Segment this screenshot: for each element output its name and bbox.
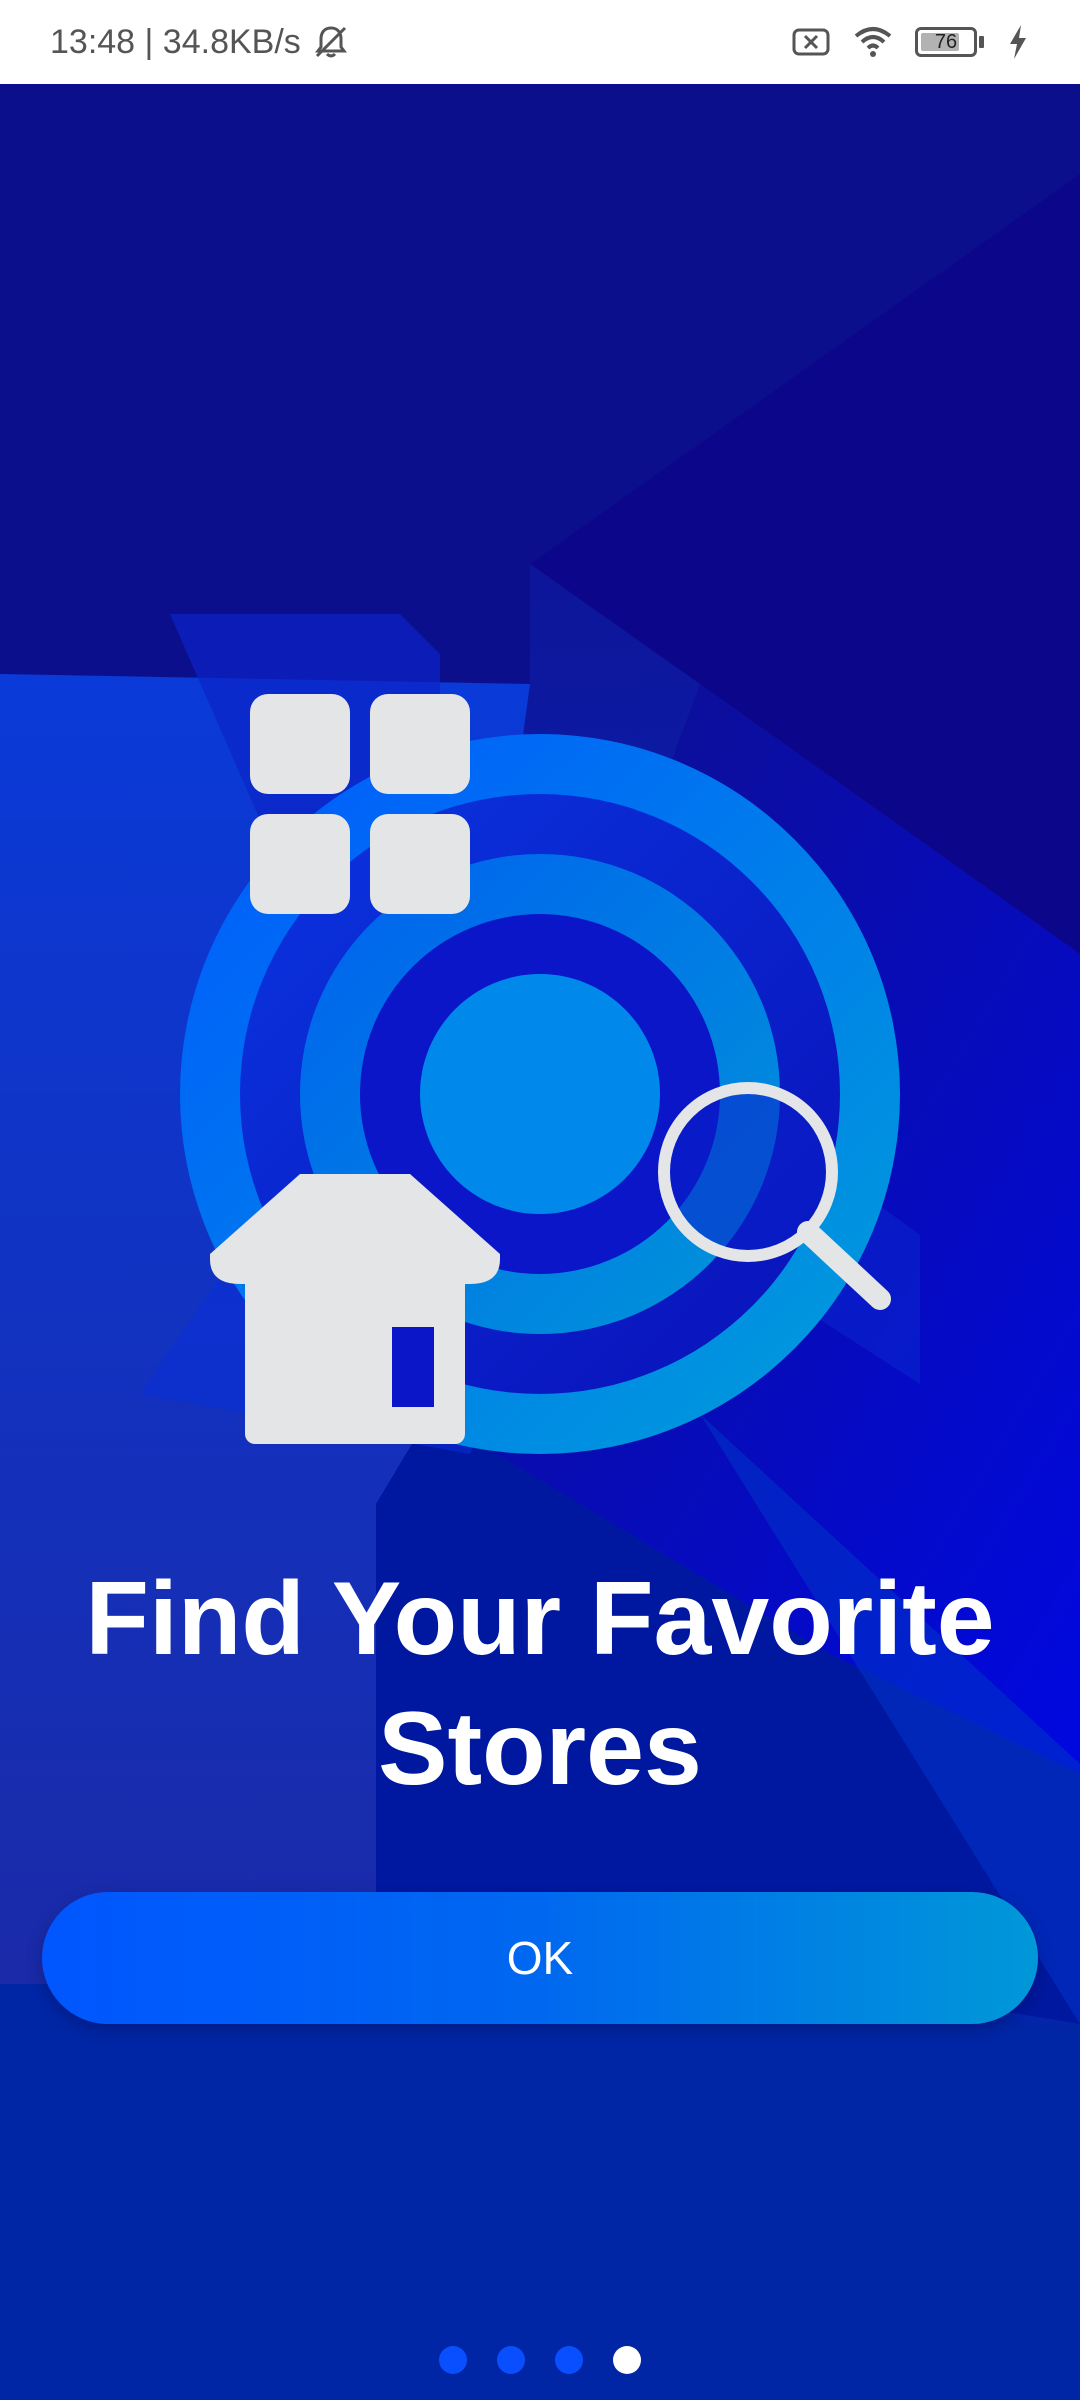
onboarding-headline: Find Your Favorite Stores xyxy=(85,1561,995,1807)
status-left: 13:48 | 34.8KB/s xyxy=(50,22,351,62)
page-dot-3[interactable] xyxy=(555,2346,583,2374)
wifi-icon xyxy=(854,27,892,57)
battery-body: 76 xyxy=(915,27,977,57)
onboarding-screen: Find Your Favorite Stores OK xyxy=(0,84,1080,2400)
store-finder-illustration xyxy=(140,614,920,1454)
charging-icon xyxy=(1010,25,1026,59)
status-bar: 13:48 | 34.8KB/s 76 xyxy=(0,0,1080,84)
sim-error-icon xyxy=(792,28,830,56)
mute-bell-icon xyxy=(314,26,347,58)
battery-cap xyxy=(979,36,984,48)
ok-button[interactable]: OK xyxy=(42,1892,1038,2024)
page-dot-1[interactable] xyxy=(439,2346,467,2374)
page-dot-4[interactable] xyxy=(613,2346,641,2374)
status-time-speed: 13:48 | 34.8KB/s xyxy=(50,22,301,61)
page-indicator xyxy=(0,2346,1080,2374)
page-dot-2[interactable] xyxy=(497,2346,525,2374)
status-right: 76 xyxy=(791,22,1030,62)
battery-level: 76 xyxy=(934,31,958,53)
battery-icon: 76 xyxy=(915,27,984,57)
